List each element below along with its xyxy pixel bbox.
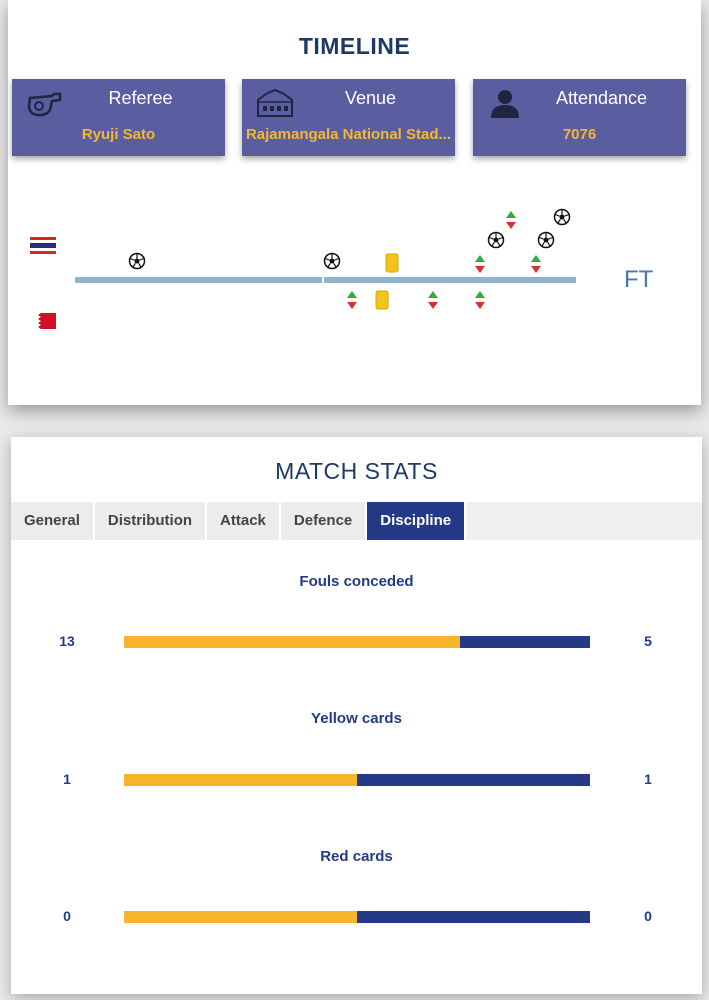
- bahrain-flag: [36, 313, 56, 329]
- stat-home-red-cards: 0: [63, 908, 71, 924]
- stat-away-fouls: 5: [644, 633, 652, 649]
- home-substitution-icon: [475, 255, 485, 273]
- match-timeline: [30, 208, 576, 329]
- home-goal-icon: [553, 208, 571, 226]
- home-goal-icon: [128, 252, 146, 270]
- match-stats-card: MATCH STATS General Distribution Attack …: [11, 437, 702, 994]
- stat-bar-yellow-cards: [124, 774, 590, 786]
- timeline-card: TIMELINE Referee Ryuji Sato Venue Rajama…: [8, 0, 701, 405]
- tab-defence[interactable]: Defence: [280, 502, 368, 540]
- stats-tabs: General Distribution Attack Defence Disc…: [11, 502, 702, 540]
- home-substitution-icon: [531, 255, 541, 273]
- timeline-second-half: [324, 277, 576, 283]
- tab-distribution[interactable]: Distribution: [94, 502, 208, 540]
- stat-title-fouls: Fouls conceded: [299, 573, 414, 590]
- away-yellow-card-icon: [375, 290, 389, 310]
- thailand-flag: [30, 237, 56, 254]
- home-goal-icon: [537, 231, 555, 249]
- stat-bar-red-cards: [124, 911, 590, 923]
- stat-away-yellow-cards: 1: [644, 771, 652, 787]
- away-substitution-icon: [428, 291, 438, 309]
- stat-title-yellow-cards: Yellow cards: [311, 710, 402, 727]
- stat-bar-home-red-cards: [124, 911, 357, 923]
- stat-home-fouls: 13: [59, 633, 75, 649]
- stat-bar-home-yellow-cards: [124, 774, 357, 786]
- stat-title-red-cards: Red cards: [320, 848, 393, 865]
- home-goal-icon: [323, 252, 341, 270]
- timeline-first-half: [75, 277, 322, 283]
- match-stats-title: MATCH STATS: [275, 458, 438, 484]
- home-substitution-icon: [506, 211, 516, 229]
- away-substitution-icon: [347, 291, 357, 309]
- stat-home-yellow-cards: 1: [63, 771, 71, 787]
- full-time-label: FT: [624, 266, 654, 293]
- stat-bar-fouls: [124, 636, 590, 648]
- home-yellow-card-icon: [385, 253, 399, 273]
- home-goal-icon: [487, 231, 505, 249]
- tab-general[interactable]: General: [11, 502, 95, 540]
- tab-discipline[interactable]: Discipline: [367, 502, 467, 540]
- away-substitution-icon: [475, 291, 485, 309]
- stat-bar-home-fouls: [124, 636, 461, 648]
- tab-attack[interactable]: Attack: [207, 502, 281, 540]
- stat-away-red-cards: 0: [644, 908, 652, 924]
